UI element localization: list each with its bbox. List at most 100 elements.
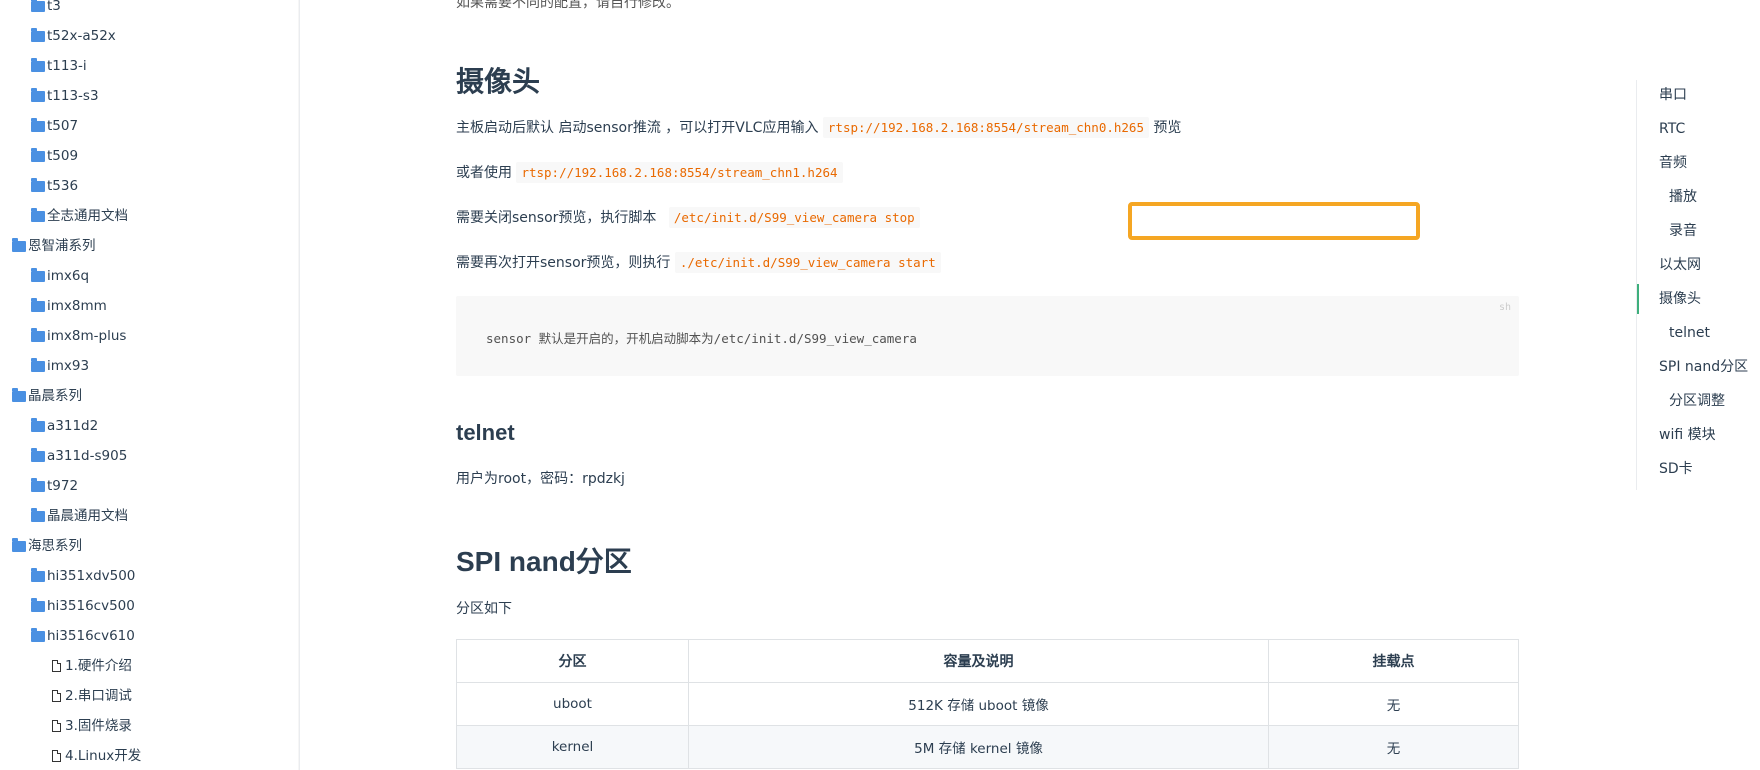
sidebar: t3 t52x-a52x t113-i t113-s3 t507 t509 t536 全志通用… — [0, 0, 300, 770]
partition-table: 分区 容量及说明 挂载点 uboot 512K 存储 uboot 镜像 无 ke… — [456, 639, 1519, 769]
sidebar-item[interactable]: 全志通用文档 — [31, 204, 128, 228]
sidebar-item-label: 1.硬件介绍 — [65, 658, 132, 674]
sidebar-item[interactable]: a311d2 — [31, 414, 98, 438]
text: 需要再次打开sensor预览，则执行 — [456, 255, 675, 271]
paragraph-camera-alt: 或者使用 rtsp://192.168.2.168:8554/stream_ch… — [456, 162, 843, 184]
sidebar-item[interactable]: 海思系列 — [12, 534, 82, 558]
folder-icon — [31, 327, 45, 342]
sidebar-item-label: imx6q — [47, 268, 90, 284]
sidebar-item-label: imx8m-plus — [47, 328, 127, 344]
paragraph-camera-rtsp: 主板启动后默认 启动sensor推流 ，可以打开VLC应用输入 rtsp://1… — [456, 117, 1181, 139]
folder-icon — [31, 447, 45, 462]
folder-icon — [31, 177, 45, 192]
toc-item[interactable]: 分区调整 — [1669, 390, 1725, 412]
sidebar-item[interactable]: imx8mm — [31, 294, 107, 318]
heading-spi-nand: SPI nand分区 — [456, 546, 632, 577]
sidebar-item[interactable]: 4.Linux开发 — [52, 744, 141, 768]
sidebar-item[interactable]: t972 — [31, 474, 78, 498]
folder-icon — [31, 0, 45, 12]
table-header-cell: 挂载点 — [1268, 639, 1519, 683]
sidebar-item[interactable]: 恩智浦系列 — [12, 234, 96, 258]
sidebar-item[interactable]: t52x-a52x — [31, 24, 116, 48]
sidebar-item[interactable]: hi3516cv610 — [31, 624, 135, 648]
sidebar-item-label: t52x-a52x — [47, 28, 116, 44]
folder-icon — [12, 237, 26, 252]
sidebar-item[interactable]: hi3516cv500 — [31, 594, 135, 618]
sidebar-item[interactable]: t536 — [31, 174, 78, 198]
sidebar-item-label: t509 — [47, 148, 79, 164]
sidebar-scrollbar-thumb[interactable] — [299, 262, 300, 702]
sidebar-item[interactable]: t3 — [31, 0, 61, 18]
toc-item[interactable]: RTC — [1659, 118, 1685, 140]
toc-item[interactable]: 录音 — [1669, 220, 1697, 242]
table-cell: 无 — [1268, 682, 1519, 726]
sidebar-item-label: t536 — [47, 178, 79, 194]
sidebar-item[interactable]: imx6q — [31, 264, 89, 288]
toc-item[interactable]: SD卡 — [1659, 458, 1693, 480]
folder-icon — [31, 417, 45, 432]
folder-icon — [31, 597, 45, 612]
paragraph-camera-stop: 需要关闭sensor预览，执行脚本 /etc/init.d/S99_view_c… — [456, 207, 920, 229]
toc-item[interactable]: SPI nand分区 — [1659, 356, 1748, 378]
table-header-cell: 容量及说明 — [688, 639, 1269, 683]
inline-code-start-script: ./etc/init.d/S99_view_camera start — [674, 252, 941, 273]
sidebar-item[interactable]: a311d-s905 — [31, 444, 127, 468]
sidebar-item-label: 恩智浦系列 — [28, 238, 96, 254]
sidebar-item[interactable]: t507 — [31, 114, 78, 138]
sidebar-item[interactable]: 1.硬件介绍 — [52, 654, 132, 678]
folder-icon — [31, 357, 45, 372]
text: 预览 — [1148, 120, 1182, 136]
paragraph-telnet: 用户为root，密码：rpdzkj — [456, 471, 625, 487]
sidebar-item-label: hi3516cv610 — [47, 628, 135, 644]
sidebar-item-label: 3.固件烧录 — [65, 718, 132, 734]
sidebar-item[interactable]: 3.固件烧录 — [52, 714, 132, 738]
toc-item[interactable]: 摄像头 — [1637, 284, 1701, 314]
code-text: sensor 默认是开启的，开机启动脚本为/etc/init.d/S99_vie… — [486, 331, 917, 346]
inline-code-stop-script: /etc/init.d/S99_view_camera stop — [668, 207, 920, 228]
sidebar-item[interactable]: 晶晨系列 — [12, 384, 82, 408]
folder-icon — [31, 27, 45, 42]
file-icon — [52, 690, 61, 702]
inline-code-rtsp-h265: rtsp://192.168.2.168:8554/stream_chn0.h2… — [822, 117, 1149, 138]
folder-icon — [31, 207, 45, 222]
sidebar-item-label: 海思系列 — [28, 538, 82, 554]
toc-item[interactable]: 播放 — [1669, 186, 1697, 208]
sidebar-item[interactable]: 晶晨通用文档 — [31, 504, 128, 528]
folder-icon — [31, 267, 45, 282]
sidebar-item-label: imx8mm — [47, 298, 107, 314]
highlight-box — [1128, 202, 1420, 240]
sidebar-item[interactable]: 2.串口调试 — [52, 684, 132, 708]
file-icon — [52, 720, 61, 732]
sidebar-item[interactable]: t113-i — [31, 54, 87, 78]
sidebar-item-label: a311d-s905 — [47, 448, 128, 464]
table-row: kernel 5M 存储 kernel 镜像 无 — [456, 725, 1519, 769]
toc-item[interactable]: 音频 — [1659, 152, 1687, 174]
inline-code-rtsp-h264: rtsp://192.168.2.168:8554/stream_chn1.h2… — [516, 162, 843, 183]
sidebar-item-label: hi3516cv500 — [47, 598, 135, 614]
folder-icon — [31, 147, 45, 162]
code-language-label: sh — [1498, 302, 1511, 313]
toc-item[interactable]: 串口 — [1659, 84, 1687, 106]
code-block: sh sensor 默认是开启的，开机启动脚本为/etc/init.d/S99_… — [456, 296, 1519, 376]
heading-telnet: telnet — [456, 420, 515, 445]
toc-item[interactable]: wifi 模块 — [1659, 424, 1716, 446]
toc-item[interactable]: 以太网 — [1659, 254, 1701, 276]
sidebar-item-label: 2.串口调试 — [65, 688, 132, 704]
sidebar-item-label: 晶晨系列 — [28, 388, 82, 404]
paragraph-config-note: 如果需要不同的配置，请自行修改。 — [456, 0, 680, 11]
sidebar-item[interactable]: t113-s3 — [31, 84, 99, 108]
folder-icon — [31, 87, 45, 102]
table-cell: 512K 存储 uboot 镜像 — [688, 682, 1269, 726]
sidebar-item[interactable]: imx8m-plus — [31, 324, 126, 348]
sidebar-item[interactable]: hi351xdv500 — [31, 564, 135, 588]
heading-camera: 摄像头 — [456, 66, 541, 97]
sidebar-item-label: t507 — [47, 118, 79, 134]
sidebar-item[interactable]: t509 — [31, 144, 78, 168]
toc-item[interactable]: telnet — [1669, 322, 1710, 344]
table-cell: uboot — [456, 682, 689, 726]
sidebar-item[interactable]: imx93 — [31, 354, 89, 378]
table-cell: kernel — [456, 725, 689, 769]
folder-icon — [31, 627, 45, 642]
table-header-cell: 分区 — [456, 639, 689, 683]
sidebar-item-label: 晶晨通用文档 — [47, 508, 128, 524]
